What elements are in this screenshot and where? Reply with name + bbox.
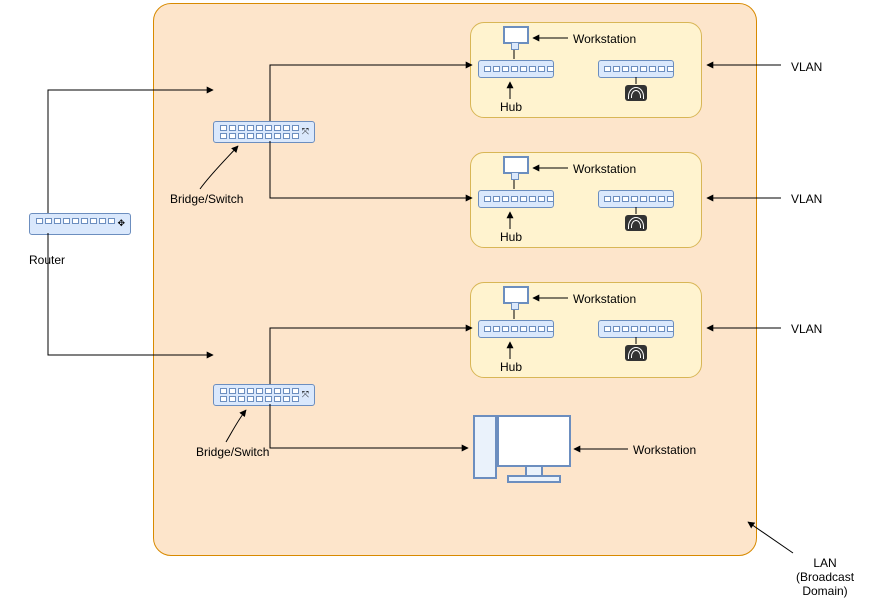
hub-label-1: Hub	[500, 100, 522, 114]
workstation-label-1: Workstation	[573, 32, 636, 46]
diagram-canvas: ✥ Router ⤧ Bridge/Switch ⤧ Bridge/Switc	[0, 0, 871, 602]
bridge-switch-label-1: Bridge/Switch	[170, 192, 243, 206]
workstation-base-1	[511, 42, 519, 50]
hub-aux-1	[598, 60, 674, 78]
hub-icon-3	[478, 320, 554, 338]
switch-icon-2: ⤧	[213, 384, 315, 406]
switch-icon-1: ⤧	[213, 121, 315, 143]
vlan-label-3: VLAN	[791, 322, 822, 336]
workstation-label-3: Workstation	[573, 292, 636, 306]
pc-monitor-icon	[497, 415, 571, 467]
router-icon: ✥	[29, 213, 131, 235]
hub-label-3: Hub	[500, 360, 522, 374]
access-point-icon-2	[625, 215, 647, 231]
hub-icon-1	[478, 60, 554, 78]
bridge-switch-label-2: Bridge/Switch	[196, 445, 269, 459]
workstation-label-4: Workstation	[633, 443, 696, 457]
hub-aux-3	[598, 320, 674, 338]
pc-tower-icon	[473, 415, 497, 479]
hub-label-2: Hub	[500, 230, 522, 244]
workstation-base-3	[511, 302, 519, 310]
hub-aux-2	[598, 190, 674, 208]
pc-base-icon	[507, 475, 561, 483]
vlan-label-1: VLAN	[791, 60, 822, 74]
lan-label: LAN (Broadcast Domain)	[796, 556, 854, 598]
access-point-icon-1	[625, 85, 647, 101]
hub-icon-2	[478, 190, 554, 208]
workstation-label-2: Workstation	[573, 162, 636, 176]
vlan-label-2: VLAN	[791, 192, 822, 206]
router-label: Router	[29, 253, 65, 267]
access-point-icon-3	[625, 345, 647, 361]
workstation-base-2	[511, 172, 519, 180]
